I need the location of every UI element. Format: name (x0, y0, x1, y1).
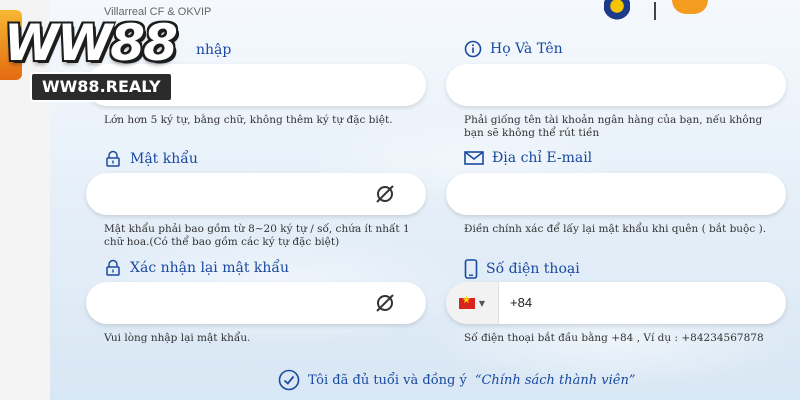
phone-input[interactable]: +84 (510, 282, 532, 324)
confirm-password-label-text: Xác nhận lại mật khẩu (130, 260, 289, 276)
mail-icon (464, 151, 484, 165)
eye-slash-icon[interactable] (374, 183, 396, 205)
fullname-input[interactable] (446, 64, 786, 106)
brand-url: WW88.REALY (30, 72, 173, 102)
password-label-text: Mật khẩu (130, 151, 198, 167)
email-hint: Điền chính xác để lấy lại mật khẩu khi q… (464, 223, 767, 235)
fullname-label-text: Họ Và Tên (490, 41, 563, 57)
club-logo-icon (604, 0, 630, 20)
confirm-password-input[interactable] (86, 282, 426, 324)
phone-icon (464, 259, 478, 279)
brand-logo-text: WW88 (4, 14, 178, 72)
phone-field: ▼ +84 (446, 282, 786, 324)
vietnam-flag-icon (458, 295, 475, 309)
agreement-row: Tôi đã đủ tuổi và đồng ý “Chính sách thà… (278, 369, 636, 391)
username-label-text: nhập (196, 42, 232, 58)
password-label: Mật khẩu (104, 150, 198, 168)
username-hint: Lớn hơn 5 ký tự, bằng chữ, không thêm ký… (104, 114, 393, 126)
fullname-hint: Phải giống tên tài khoản ngân hàng của b… (464, 114, 763, 139)
member-policy-link[interactable]: “Chính sách thành viên” (475, 373, 636, 388)
agreement-text: Tôi đã đủ tuổi và đồng ý (308, 372, 467, 388)
check-circle-icon[interactable] (278, 369, 300, 391)
confirm-password-hint: Vui lòng nhập lại mật khẩu. (104, 332, 251, 344)
password-input[interactable] (86, 173, 426, 215)
email-input[interactable] (446, 173, 786, 215)
phone-hint: Số điện thoại bắt đầu bằng +84 , Ví dụ :… (464, 332, 764, 344)
fullname-label: Họ Và Tên (464, 40, 563, 58)
username-label: nhập (196, 42, 231, 58)
phone-label-text: Số điện thoại (486, 261, 580, 277)
eye-slash-icon[interactable] (374, 292, 396, 314)
brand-logo: WW88 WW88.REALY (0, 12, 195, 102)
email-label: Địa chỉ E-mail (464, 150, 592, 166)
chevron-down-icon: ▼ (478, 298, 486, 308)
country-code-select[interactable]: ▼ (446, 282, 499, 324)
phone-label: Số điện thoại (464, 259, 580, 279)
header-divider (654, 2, 656, 20)
lock-icon (106, 150, 120, 167)
password-hint: Mật khẩu phải bao gồm từ 8~20 ký tự / số… (104, 223, 410, 248)
confirm-password-label: Xác nhận lại mật khẩu (104, 259, 289, 277)
info-icon (464, 40, 482, 58)
lock-icon (106, 259, 120, 276)
email-label-text: Địa chỉ E-mail (492, 150, 593, 166)
